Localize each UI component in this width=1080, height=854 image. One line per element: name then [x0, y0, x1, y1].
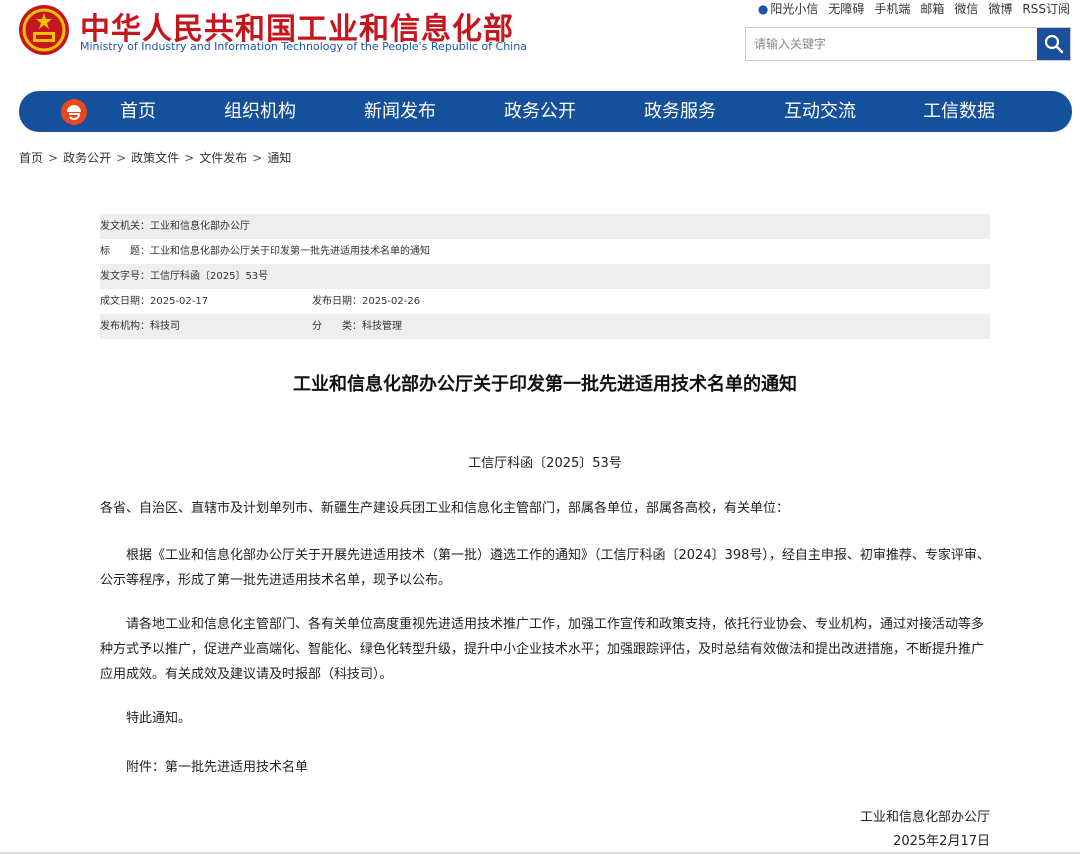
breadcrumb-files[interactable]: 文件发布 [199, 151, 247, 165]
breadcrumb-gov-affairs[interactable]: 政务公开 [63, 151, 111, 165]
meta-value: 工业和信息化部办公厅 [150, 221, 250, 232]
breadcrumb-separator: > [48, 151, 59, 165]
meta-issuer: 发文机关：工业和信息化部办公厅 [100, 214, 250, 239]
breadcrumb-home[interactable]: 首页 [19, 151, 43, 165]
top-link-sunshine[interactable]: ● 阳光小信 [758, 0, 819, 17]
top-link-wechat[interactable]: 微信 [954, 0, 978, 17]
nav-news[interactable]: 新闻发布 [364, 91, 436, 132]
signature-date: 2025年2月17日 [893, 834, 990, 849]
meta-value: 2025-02-17 [150, 296, 209, 307]
nav-data[interactable]: 工信数据 [923, 91, 995, 132]
nav-services[interactable]: 政务服务 [644, 91, 716, 132]
meta-row-issuer: 发文机关：工业和信息化部办公厅 [100, 214, 990, 239]
meta-category: 分 类：科技管理 [312, 314, 402, 339]
meta-publisher: 发布机构：科技司 [100, 314, 180, 339]
nav-organization[interactable]: 组织机构 [224, 91, 296, 132]
meta-row-dates: 成文日期：2025-02-17 发布日期：2025-02-26 [100, 289, 990, 314]
breadcrumb-separator: > [252, 151, 263, 165]
body-paragraph-1: 根据《工业和信息化部办公厅关于开展先进适用技术（第一批）遴选工作的通知》（工信厅… [100, 548, 990, 588]
meta-label: 标 题： [100, 246, 150, 257]
meta-label: 发文机关： [100, 221, 150, 232]
national-emblem-icon [19, 5, 69, 55]
breadcrumb-policy[interactable]: 政策文件 [131, 151, 179, 165]
document-meta-table: 发文机关：工业和信息化部办公厅 标 题：工业和信息化部办公厅关于印发第一批先进适… [100, 214, 990, 339]
search-icon [1044, 34, 1063, 54]
nav-home[interactable]: 首页 [120, 91, 156, 132]
meta-value: 科技司 [150, 321, 180, 332]
search-box [745, 27, 1071, 61]
meta-label: 发布机构： [100, 321, 150, 332]
meta-title: 标 题：工业和信息化部办公厅关于印发第一批先进适用技术名单的通知 [100, 239, 430, 264]
ministry-logo-icon [61, 99, 87, 125]
meta-label: 发文字号： [100, 271, 150, 282]
breadcrumb-separator: > [116, 151, 127, 165]
top-links: ● 阳光小信 无障碍 手机端 邮箱 微信 微博 RSS订阅 [758, 0, 1070, 17]
nav-interaction[interactable]: 互动交流 [784, 91, 856, 132]
nav-government-affairs[interactable]: 政务公开 [504, 91, 576, 132]
meta-published-date: 发布日期：2025-02-26 [312, 289, 420, 314]
top-link-mail[interactable]: 邮箱 [920, 0, 944, 17]
meta-row-publisher: 发布机构：科技司 分 类：科技管理 [100, 314, 990, 339]
top-link-mobile[interactable]: 手机端 [874, 0, 910, 17]
signature-org: 工业和信息化部办公厅 [859, 810, 990, 825]
attachment-link[interactable]: 附件：第一批先进适用技术名单 [100, 755, 990, 780]
closing: 特此通知。 [126, 711, 192, 726]
main-nav: 首页 组织机构 新闻发布 政务公开 政务服务 互动交流 工信数据 [19, 91, 1072, 132]
meta-label: 分 类： [312, 321, 362, 332]
search-button[interactable] [1037, 28, 1070, 60]
lightbulb-icon: ● [757, 2, 769, 16]
meta-doc-no: 发文字号：工信厅科函〔2025〕53号 [100, 264, 268, 289]
meta-label: 成文日期： [100, 296, 150, 307]
breadcrumb: 首页 > 政务公开 > 政策文件 > 文件发布 > 通知 [19, 149, 291, 166]
search-input[interactable] [746, 28, 1036, 60]
site-subtitle: Ministry of Industry and Information Tec… [80, 40, 527, 53]
meta-written-date: 成文日期：2025-02-17 [100, 289, 208, 314]
body-paragraph-2: 请各地工业和信息化主管部门、各有关单位高度重视先进适用技术推广工作，加强工作宣传… [100, 617, 985, 682]
salutation: 各省、自治区、直辖市及计划单列市、新疆生产建设兵团工业和信息化主管部门，部属各单… [100, 501, 790, 516]
meta-value: 工业和信息化部办公厅关于印发第一批先进适用技术名单的通知 [150, 246, 430, 257]
meta-label: 发布日期： [312, 296, 362, 307]
meta-value: 科技管理 [362, 321, 402, 332]
top-link-accessibility[interactable]: 无障碍 [828, 0, 864, 17]
document-title: 工业和信息化部办公厅关于印发第一批先进适用技术名单的通知 [293, 374, 797, 395]
meta-value: 工信厅科函〔2025〕53号 [150, 271, 269, 282]
meta-row-title: 标 题：工业和信息化部办公厅关于印发第一批先进适用技术名单的通知 [100, 239, 990, 264]
top-link-rss[interactable]: RSS订阅 [1022, 0, 1070, 17]
top-link-label: 阳光小信 [770, 2, 819, 16]
meta-value: 2025-02-26 [362, 296, 421, 307]
breadcrumb-separator: > [184, 151, 195, 165]
top-link-weibo[interactable]: 微博 [988, 0, 1012, 17]
document-number: 工信厅科函〔2025〕53号 [468, 456, 622, 471]
breadcrumb-notice[interactable]: 通知 [267, 151, 291, 165]
site-header: 中华人民共和国工业和信息化部 Ministry of Industry and … [0, 0, 1080, 80]
meta-row-docno: 发文字号：工信厅科函〔2025〕53号 [100, 264, 990, 289]
